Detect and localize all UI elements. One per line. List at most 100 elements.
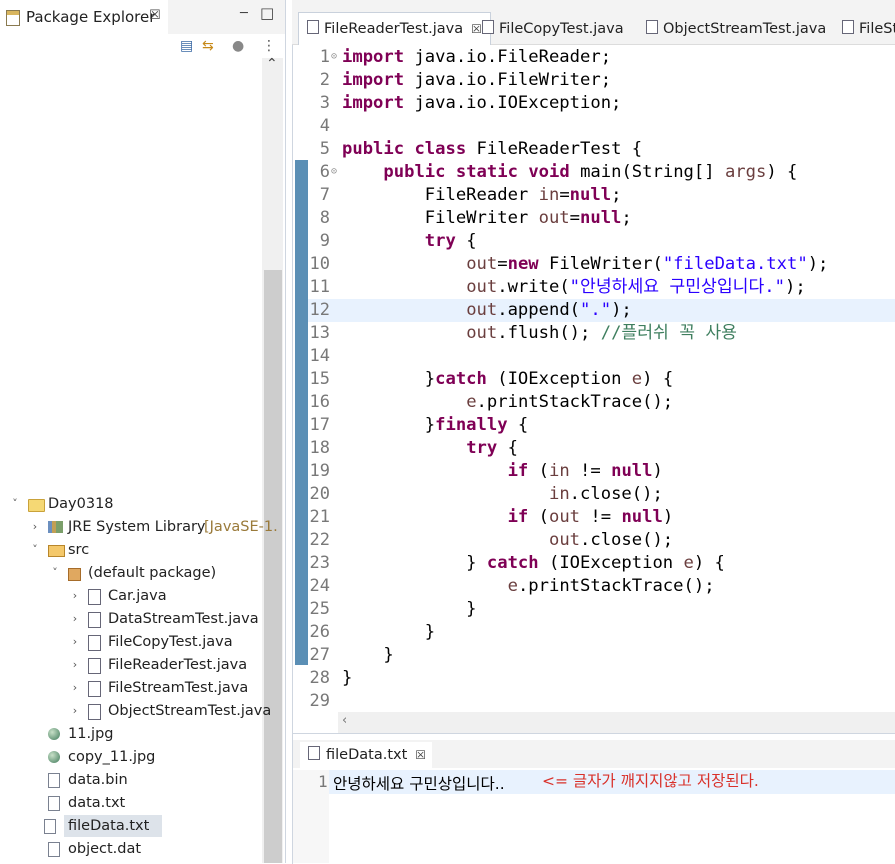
minimize-icon[interactable]: ─ <box>240 6 248 21</box>
scroll-left-icon[interactable]: ‹ <box>342 713 347 728</box>
code-line[interactable]: 27 } <box>308 644 895 667</box>
collapsed-chevron-icon[interactable]: › <box>28 516 42 538</box>
collapsed-chevron-icon[interactable]: › <box>68 631 82 653</box>
code-line[interactable]: 5 public class FileReaderTest { <box>308 138 895 161</box>
close-icon[interactable]: ☒ <box>415 748 426 762</box>
code-line[interactable]: 28} <box>308 667 895 690</box>
collapsed-chevron-icon[interactable]: › <box>68 608 82 630</box>
code-line[interactable]: 6 ⊝ public static void main(String[] args… <box>308 161 895 184</box>
code-line[interactable]: 16 e.printStackTrace(); <box>308 391 895 414</box>
code-line[interactable]: 9 try { <box>308 230 895 253</box>
tree-item-label: (default package) <box>88 565 217 581</box>
tree-item[interactable]: › FileStreamTest.java <box>0 677 260 699</box>
code-line[interactable]: 21 if (out != null) <box>308 506 895 529</box>
collapsed-chevron-icon[interactable]: › <box>68 700 82 722</box>
code-token: public <box>342 139 405 159</box>
line-number: 28 <box>309 668 330 688</box>
code-area[interactable]: 1 ⊝ import java.io.FileReader; 2 import java… <box>308 44 895 712</box>
tree-item[interactable]: › DataStreamTest.java <box>0 608 260 630</box>
code-token: { <box>507 415 529 435</box>
tree-item-label: copy_11.jpg <box>68 749 156 765</box>
code-text: e.printStackTrace(); <box>342 391 673 414</box>
code-line[interactable]: 1 ⊝ import java.io.FileReader; <box>308 46 895 69</box>
fold-icon[interactable]: ⊝ <box>331 160 337 183</box>
tree-item[interactable]: fileData.txt <box>44 815 162 837</box>
tree-item[interactable]: 11.jpg <box>0 723 260 745</box>
line-number: 1 <box>319 47 330 67</box>
code-line[interactable]: 23 } catch (IOException e) { <box>308 552 895 575</box>
collapsed-chevron-icon[interactable]: › <box>68 585 82 607</box>
tree-item[interactable]: ˅ (default package) <box>0 562 260 584</box>
tree-item[interactable]: › ObjectStreamTest.java <box>0 700 271 722</box>
editor-tab[interactable]: ObjectStreamTest.java <box>638 14 826 44</box>
code-line[interactable]: 8 FileWriter out=null; <box>308 207 895 230</box>
code-line[interactable]: 12 out.append("."); <box>308 299 895 322</box>
code-line[interactable]: 29 <box>308 690 895 713</box>
tab-label: fileData.txt <box>326 747 408 763</box>
code-text: FileReader in=null; <box>342 184 622 207</box>
expanded-chevron-icon[interactable]: ˅ <box>28 539 42 561</box>
code-line[interactable]: 18 try { <box>308 437 895 460</box>
tree-item[interactable]: data.txt <box>0 792 260 814</box>
code-line[interactable]: 10 out=new FileWriter("fileData.txt"); <box>308 253 895 276</box>
tree-item[interactable]: › JRE System Library [JavaSE-1. <box>0 516 278 538</box>
collapse-all-icon[interactable]: ▤ <box>180 38 193 54</box>
code-line[interactable]: 4 <box>308 115 895 138</box>
tree-item-label: fileData.txt <box>68 818 150 834</box>
editor-tab[interactable]: FileReaderTest.java ☒ <box>298 12 491 45</box>
tree-item[interactable]: › FileReaderTest.java <box>0 654 260 676</box>
code-line[interactable]: 22 out.close(); <box>308 529 895 552</box>
code-line[interactable]: 15 }catch (IOException e) { <box>308 368 895 391</box>
tree-item-label: ObjectStreamTest.java <box>108 703 272 719</box>
code-line[interactable]: 25 } <box>308 598 895 621</box>
code-token: } <box>342 369 436 389</box>
file-content[interactable]: 안녕하세요 구민상입니다.. <box>333 772 505 794</box>
code-text: import java.io.FileWriter; <box>342 69 611 92</box>
code-line[interactable]: 3 import java.io.IOException; <box>308 92 895 115</box>
code-line[interactable]: 17 }finally { <box>308 414 895 437</box>
code-token: FileWriter <box>342 208 539 228</box>
tree-item[interactable]: ˅ src <box>0 539 260 561</box>
code-token: (IOException <box>538 553 684 573</box>
explorer-scrollbar-thumb[interactable] <box>264 270 282 863</box>
code-text: import java.io.IOException; <box>342 92 621 115</box>
collapsed-chevron-icon[interactable]: › <box>68 677 82 699</box>
line-number: 11 <box>309 277 330 297</box>
expanded-chevron-icon[interactable]: ˅ <box>8 493 22 515</box>
code-line[interactable]: 26 } <box>308 621 895 644</box>
tree-item[interactable]: object.dat <box>0 838 260 860</box>
code-line[interactable]: 11 out.write("안녕하세요 구민상입니다."); <box>308 276 895 299</box>
tree-item-label: 11.jpg <box>68 726 114 742</box>
fold-icon[interactable]: ⊝ <box>331 45 337 68</box>
overview-ruler-highlight <box>295 160 308 665</box>
editor-horizontal-scrollbar[interactable] <box>338 712 895 733</box>
editor-tab[interactable]: FileCopyTest.java <box>474 14 624 44</box>
line-number: 6 <box>319 162 330 182</box>
view-menu-icon[interactable]: ⋮ <box>262 38 276 54</box>
tree-item[interactable]: copy_11.jpg <box>0 746 260 768</box>
scroll-up-icon[interactable]: ⌃ <box>266 56 278 72</box>
code-line[interactable]: 2 import java.io.FileWriter; <box>308 69 895 92</box>
code-text: out.close(); <box>342 529 673 552</box>
close-icon[interactable]: ☒ <box>149 8 161 23</box>
tree-item[interactable]: › Car.java <box>0 585 260 607</box>
tree-item[interactable]: ˅ Day0318 <box>0 493 260 515</box>
code-line[interactable]: 24 e.printStackTrace(); <box>308 575 895 598</box>
maximize-icon[interactable]: □ <box>260 4 274 22</box>
link-with-editor-icon[interactable]: ⇆ <box>202 38 214 54</box>
code-line[interactable]: 7 FileReader in=null; <box>308 184 895 207</box>
code-line[interactable]: 14 <box>308 345 895 368</box>
code-token: void <box>528 162 570 182</box>
expanded-chevron-icon[interactable]: ˅ <box>48 562 62 584</box>
editor-tab[interactable]: FileStr <box>834 14 895 44</box>
code-token: in <box>548 484 570 504</box>
code-line[interactable]: 20 in.close(); <box>308 483 895 506</box>
tree-item[interactable]: data.bin <box>0 769 260 791</box>
tree-item[interactable]: › FileCopyTest.java <box>0 631 260 653</box>
collapsed-chevron-icon[interactable]: › <box>68 654 82 676</box>
tab-filedata-txt[interactable]: fileData.txt ☒ <box>300 742 433 768</box>
code-line[interactable]: 13 out.flush(); //플러쉬 꼭 사용 <box>308 322 895 345</box>
focus-icon[interactable]: ● <box>232 38 244 54</box>
code-line[interactable]: 19 if (in != null) <box>308 460 895 483</box>
